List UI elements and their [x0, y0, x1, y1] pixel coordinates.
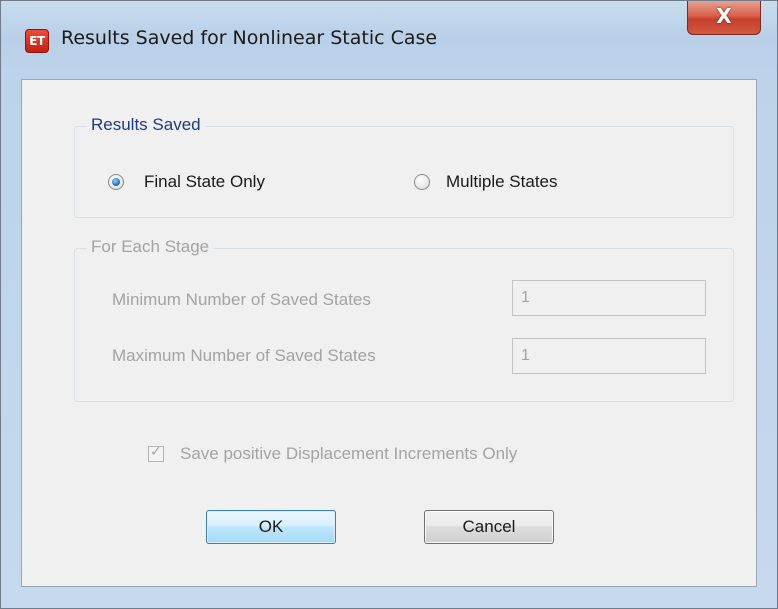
close-button[interactable]: X [687, 1, 761, 35]
cancel-button[interactable]: Cancel [424, 510, 554, 544]
final-state-only-label[interactable]: Final State Only [144, 172, 265, 192]
for-each-stage-group: For Each Stage [74, 237, 734, 402]
positive-increments-label[interactable]: Save positive Displacement Increments On… [180, 444, 517, 464]
max-saved-states-input[interactable]: 1 [512, 338, 706, 374]
multiple-states-radio[interactable]: Multiple States [414, 172, 558, 192]
checkmark-icon: ✓ [150, 444, 162, 460]
min-saved-states-label: Minimum Number of Saved States [112, 290, 371, 309]
for-each-stage-legend: For Each Stage [87, 237, 214, 257]
radio-selected-icon[interactable] [108, 174, 124, 190]
close-icon: X [716, 4, 732, 28]
final-state-only-radio[interactable]: Final State Only [108, 172, 265, 192]
positive-increments-checkbox[interactable]: ✓ [148, 444, 164, 462]
multiple-states-label[interactable]: Multiple States [446, 172, 558, 192]
title-bar[interactable]: ET Results Saved for Nonlinear Static Ca… [1, 1, 777, 79]
max-saved-states-label: Maximum Number of Saved States [112, 346, 376, 365]
min-saved-states-input[interactable]: 1 [512, 280, 706, 316]
radio-unselected-icon[interactable] [414, 174, 430, 190]
dialog-client-area: Results Saved Final State Only Multiple … [21, 79, 757, 587]
ok-button[interactable]: OK [206, 510, 336, 544]
positive-increments-checkbox-row[interactable]: ✓ Save positive Displacement Increments … [148, 444, 517, 464]
window-title: Results Saved for Nonlinear Static Case [61, 27, 438, 49]
etabs-app-icon: ET [25, 29, 49, 53]
results-saved-legend: Results Saved [87, 115, 205, 135]
dialog-window: ET Results Saved for Nonlinear Static Ca… [0, 0, 778, 609]
